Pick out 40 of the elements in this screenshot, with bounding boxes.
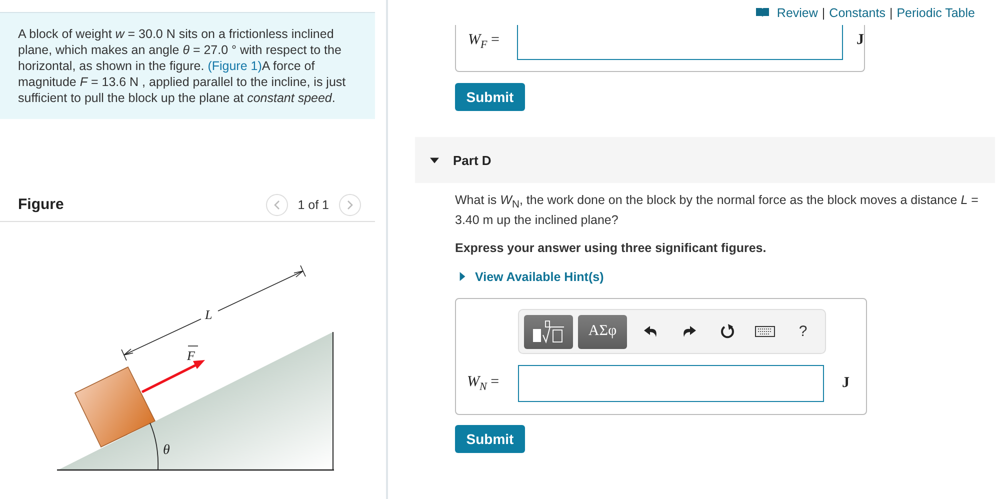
caret-icon — [458, 272, 467, 281]
figure-link[interactable]: (Figure 1) — [208, 59, 262, 73]
variable-label: W$_{F}$ = — [468, 31, 500, 51]
templates-icon — [530, 318, 566, 344]
angle-label: θ — [163, 443, 170, 458]
problem-statement: A block of weight w = 30.0 N sits on a frictionless inclined plane, which makes an angle θ = 27.0 ° with respect to the horizontal, as shown in the figure. (Figure 1)A force of magnitude F = 13.6 N , applied parallel to the incline, is just sufficient to pull the block up the plane at constant speed. — [0, 12, 375, 119]
question-text: What is W$_{N}$, the work done on the block by the normal force as the block moves a distance L = 3.40 m up the inclined plane? — [455, 193, 979, 228]
undo-icon — [644, 325, 658, 338]
answer-input[interactable] — [518, 365, 824, 402]
part-header[interactable]: Part D — [415, 137, 995, 183]
keyboard-icon — [755, 326, 775, 337]
hint-toggle[interactable]: View Available Hint(s) — [458, 270, 604, 284]
caret-icon — [430, 156, 439, 164]
greek-symbols-button[interactable]: ΑΣφ — [578, 314, 627, 348]
header-link[interactable]: Constants — [829, 6, 886, 20]
angle-arc — [150, 422, 159, 470]
templates-button[interactable] — [524, 314, 573, 348]
length-label: L — [205, 307, 212, 322]
redo-icon — [682, 325, 696, 338]
unit-label: J — [842, 375, 850, 392]
force-arrow — [141, 360, 205, 394]
help-button[interactable]: ? — [784, 314, 822, 348]
page-counter: 1 of 1 — [298, 198, 329, 212]
instruction-text: Express your answer using three significant figures. — [455, 240, 768, 254]
submit-button[interactable]: Submit — [455, 83, 525, 111]
book-icon — [756, 8, 769, 17]
part-title: Part D — [453, 152, 492, 168]
link-separator: | — [889, 6, 893, 20]
header-link[interactable]: Review — [776, 6, 818, 20]
submit-button[interactable]: Submit — [455, 425, 525, 453]
force-label: F — [187, 348, 195, 363]
figure-title: Figure — [18, 196, 65, 213]
header-link[interactable]: Periodic Table — [896, 6, 975, 20]
chevron-left-icon — [274, 200, 280, 210]
reset-icon — [720, 324, 734, 339]
chevron-right-icon — [347, 200, 353, 210]
unit-label: J — [856, 31, 864, 49]
link-separator: | — [822, 6, 826, 20]
answer-input[interactable] — [517, 25, 842, 60]
variable-label: W$_{N}$ = — [467, 374, 500, 393]
